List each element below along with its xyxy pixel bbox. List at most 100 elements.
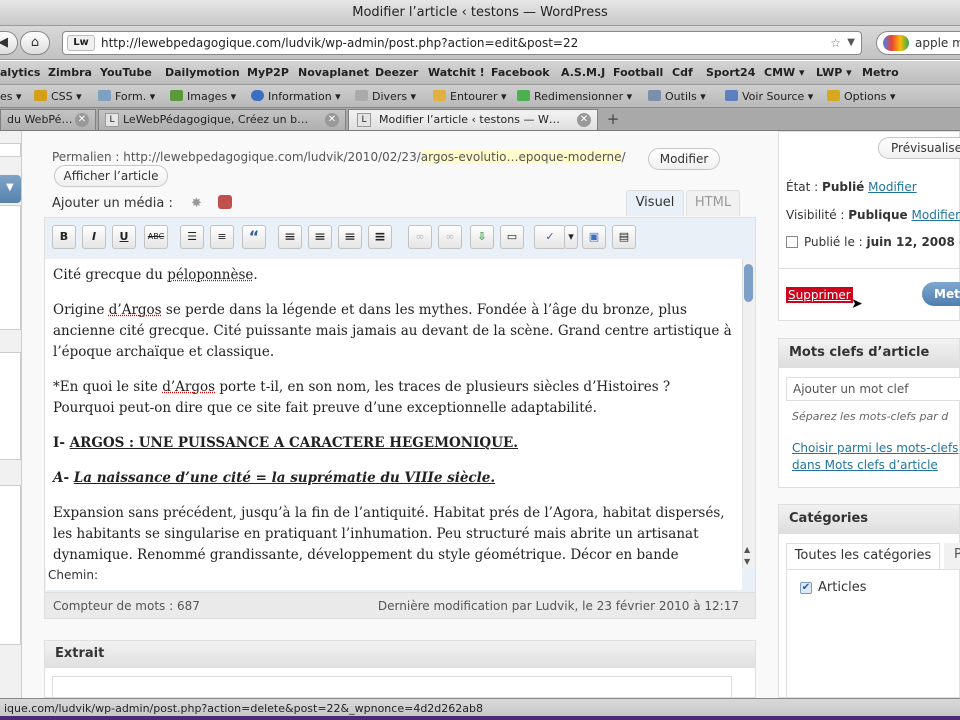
- close-tab-icon[interactable]: ✕: [325, 113, 339, 127]
- italic-icon[interactable]: I: [82, 225, 106, 249]
- browser-tab[interactable]: du WebPé… ✕: [0, 109, 96, 130]
- bullet-list-icon[interactable]: ☰: [180, 225, 204, 249]
- tab-all-categories[interactable]: Toutes les catégories: [786, 543, 940, 569]
- edit-visibility-link[interactable]: Modifier: [912, 208, 960, 222]
- bookmark-item[interactable]: Zimbra: [48, 61, 92, 85]
- sidebar-active-item[interactable]: ▼: [0, 175, 21, 203]
- sidebar-block[interactable]: [0, 352, 21, 460]
- browser-tab-active[interactable]: L Modifier l’article ‹ testons — W… ✕: [348, 109, 598, 130]
- content-paragraph: Cité grecque du péloponnèse.: [53, 265, 734, 286]
- bookmark-item[interactable]: Watchit !: [428, 61, 485, 85]
- bold-icon[interactable]: B: [52, 225, 76, 249]
- url-bar[interactable]: Lw http://lewebpedagogique.com/ludvik/wp…: [62, 31, 862, 55]
- add-video-icon[interactable]: [218, 195, 233, 209]
- bookmark-star-icon[interactable]: ☆: [830, 32, 841, 54]
- preview-button[interactable]: Prévisualiser: [878, 137, 960, 159]
- scroll-up-icon[interactable]: ▲: [744, 545, 750, 554]
- tab-html[interactable]: HTML: [686, 190, 740, 216]
- tags-header[interactable]: Mots clefs d’article: [778, 338, 960, 368]
- search-field[interactable]: apple m: [876, 31, 960, 55]
- fullscreen-icon[interactable]: ▣: [582, 225, 606, 249]
- excerpt-textarea[interactable]: [52, 676, 732, 698]
- underline-icon[interactable]: U: [112, 225, 136, 249]
- css-icon: [34, 90, 47, 101]
- permalink-slug[interactable]: argos-evolutio…epoque-moderne: [420, 150, 622, 164]
- delete-link[interactable]: Supprimer: [786, 287, 853, 303]
- sidebar-arrow-icon: ▼: [6, 182, 14, 193]
- toolbar-menu-item[interactable]: Options ▾: [827, 85, 895, 108]
- close-tab-icon[interactable]: ✕: [577, 113, 591, 127]
- editor-scrollbar[interactable]: ▲ ▼: [742, 259, 755, 568]
- toolbar-menu-item[interactable]: Entourer ▾: [433, 85, 507, 108]
- bookmark-item[interactable]: Deezer: [375, 61, 418, 85]
- choose-tags-link-line2[interactable]: dans Mots clefs d’article: [792, 458, 938, 472]
- sidebar-submenu[interactable]: [0, 205, 21, 330]
- browser-tab[interactable]: L LeWebPédagogique, Créez un b… ✕: [98, 109, 346, 130]
- close-tab-icon[interactable]: ✕: [75, 113, 89, 127]
- add-image-icon[interactable]: ✸: [191, 196, 202, 211]
- toolbar-menu-item[interactable]: Divers ▾: [355, 85, 416, 108]
- toolbar-menu-item[interactable]: Form. ▾: [98, 85, 155, 108]
- editor-scroll-thumb[interactable]: [744, 264, 753, 302]
- link-icon[interactable]: ∞: [408, 225, 432, 249]
- numbered-list-icon[interactable]: ≡: [210, 225, 234, 249]
- toolbar-menu-item[interactable]: Information ▾: [251, 85, 341, 108]
- bookmark-item[interactable]: MyP2P: [247, 61, 289, 85]
- bookmark-item[interactable]: Facebook: [491, 61, 550, 85]
- toolbar-menu-item[interactable]: es ▾: [0, 85, 22, 108]
- strikethrough-icon[interactable]: ABC: [144, 225, 168, 249]
- editor-content[interactable]: Cité grecque du péloponnèse. Origine d’A…: [45, 259, 742, 568]
- tab-popular-categories[interactable]: P: [944, 543, 960, 569]
- align-center-icon[interactable]: ≡: [308, 225, 332, 249]
- spellcheck-dropdown-icon[interactable]: ▾: [564, 225, 578, 249]
- outline-icon: [433, 90, 446, 101]
- bookmarks-bar: alytics Zimbra YouTube Dailymotion MyP2P…: [0, 61, 960, 85]
- tab-label: LeWebPédagogique, Créez un b…: [123, 113, 309, 126]
- insert-more-icon[interactable]: ⇩: [470, 225, 494, 249]
- bookmark-item[interactable]: Football: [613, 61, 663, 85]
- edit-permalink-button[interactable]: Modifier: [648, 148, 720, 170]
- view-post-button[interactable]: Afficher l’article: [54, 165, 168, 187]
- align-left-icon[interactable]: ≡: [278, 225, 302, 249]
- bookmark-item[interactable]: CMW ▾: [764, 61, 805, 85]
- content-paragraph: *En quoi le site d’Argos porte t-il, en …: [53, 377, 734, 419]
- blockquote-icon[interactable]: “: [242, 225, 266, 249]
- toolbar-menu-item[interactable]: CSS ▾: [34, 85, 82, 108]
- toolbar-menu-item[interactable]: Voir Source ▾: [725, 85, 813, 108]
- bookmark-item[interactable]: LWP ▾: [816, 61, 852, 85]
- toolbar-menu-item[interactable]: Outils ▾: [648, 85, 706, 108]
- toolbar-menu-item[interactable]: Images ▾: [170, 85, 236, 108]
- kitchen-sink-icon[interactable]: ▤: [612, 225, 636, 249]
- sidebar-block[interactable]: [0, 485, 21, 645]
- spellcheck-icon[interactable]: ✓: [534, 225, 566, 249]
- sidebar-block[interactable]: [0, 143, 21, 157]
- bookmark-item[interactable]: Novaplanet: [298, 61, 369, 85]
- google-search-icon[interactable]: [883, 35, 909, 51]
- category-checkbox[interactable]: ✔: [800, 582, 812, 594]
- bookmark-item[interactable]: A.S.M.J: [561, 61, 605, 85]
- content-paragraph: Expansion sans précédent, jusqu’à la fin…: [53, 505, 725, 563]
- align-justify-icon[interactable]: ≡: [368, 225, 392, 249]
- bookmark-item[interactable]: YouTube: [100, 61, 152, 85]
- bookmark-item[interactable]: Cdf: [672, 61, 693, 85]
- home-button[interactable]: ⌂: [20, 31, 50, 55]
- tab-visual[interactable]: Visuel: [626, 190, 684, 216]
- scroll-down-icon[interactable]: ▼: [744, 557, 750, 566]
- unlink-icon[interactable]: ∞: [438, 225, 462, 249]
- bookmark-item[interactable]: Dailymotion: [165, 61, 240, 85]
- add-tag-input[interactable]: Ajouter un mot clef: [786, 377, 960, 401]
- excerpt-header[interactable]: Extrait: [44, 640, 756, 668]
- bookmark-item[interactable]: Sport24: [706, 61, 755, 85]
- new-tab-button[interactable]: +: [600, 110, 626, 129]
- align-right-icon[interactable]: ≡: [338, 225, 362, 249]
- back-button[interactable]: ◀: [0, 31, 18, 55]
- choose-tags-link[interactable]: Choisir parmi les mots-clefs: [792, 441, 958, 455]
- edit-status-link[interactable]: Modifier: [868, 180, 917, 194]
- bookmark-item[interactable]: Metro: [862, 61, 899, 85]
- url-dropdown-icon[interactable]: ▼: [847, 32, 855, 54]
- bookmark-item[interactable]: alytics: [0, 61, 40, 85]
- page-break-icon[interactable]: ▭: [500, 225, 524, 249]
- categories-header[interactable]: Catégories: [778, 504, 960, 534]
- toolbar-menu-item[interactable]: Redimensionner ▾: [517, 85, 632, 108]
- update-button[interactable]: Mett: [922, 282, 960, 306]
